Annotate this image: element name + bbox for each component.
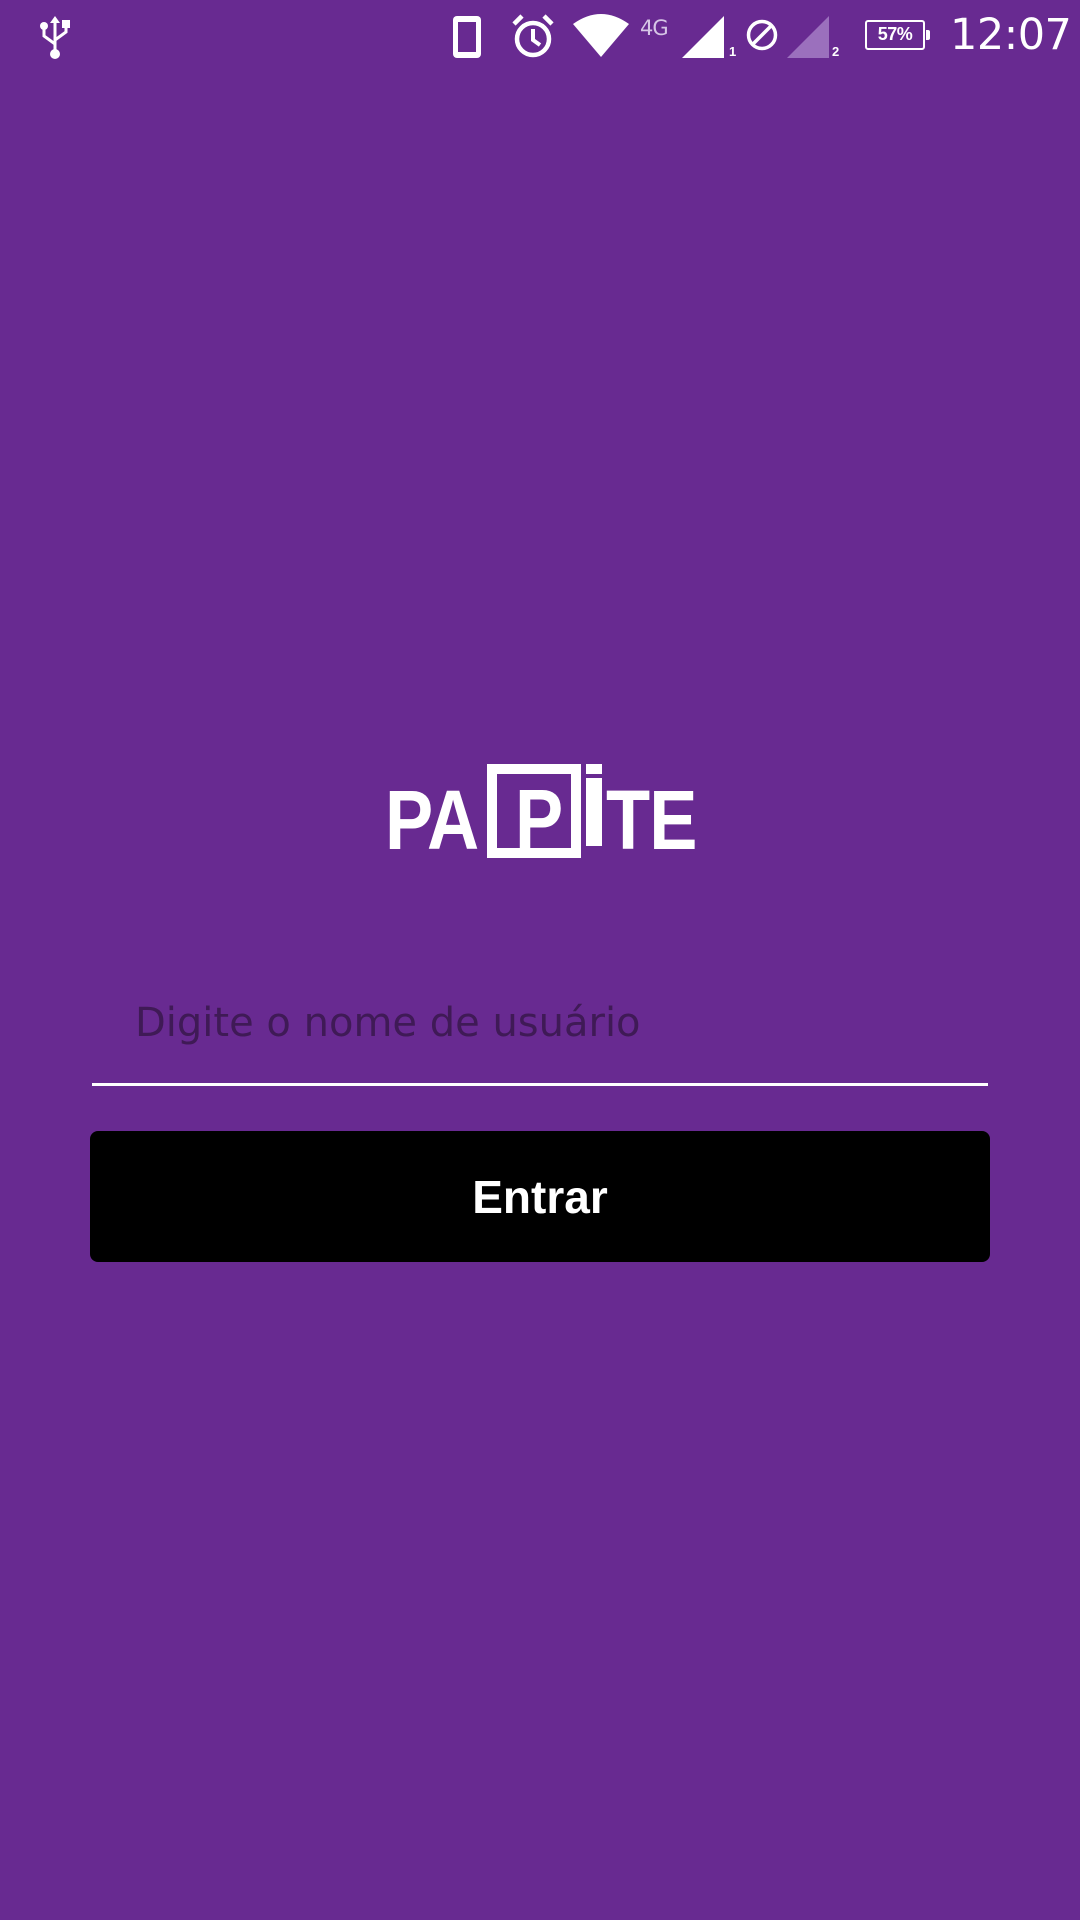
network-type: 4G: [640, 16, 669, 40]
clock: 12:07: [950, 10, 1072, 60]
enter-button[interactable]: Entrar: [90, 1131, 990, 1262]
battery-level: 57%: [877, 24, 913, 44]
sim1-label: 1: [729, 44, 737, 59]
papite-logo: PA P TE: [385, 764, 697, 867]
do-not-disturb-icon: [745, 18, 779, 57]
username-field: [92, 984, 988, 1086]
logo-frame: P: [487, 764, 581, 866]
logo-i-dot: [586, 764, 602, 774]
battery-icon: 57%: [865, 20, 930, 50]
logo-i-stem: [586, 778, 602, 846]
logo-letters-te: TE: [606, 773, 697, 867]
usb-icon: [36, 14, 74, 65]
alarm-icon: [509, 12, 557, 65]
wifi-icon: [572, 14, 630, 63]
signal-icon: [680, 14, 726, 65]
status-bar: 4G 1 2 57% 12:07: [0, 0, 1080, 72]
phone-icon: [450, 14, 484, 65]
signal-icon: [785, 14, 831, 65]
username-input[interactable]: [92, 984, 988, 1086]
sim2-label: 2: [832, 44, 840, 59]
login-screen: 4G 1 2 57% 12:07 PA P TE Digite o nome d…: [0, 0, 1080, 1920]
logo-letter-p: P: [515, 772, 564, 866]
logo-letters-pa: PA: [385, 773, 479, 867]
